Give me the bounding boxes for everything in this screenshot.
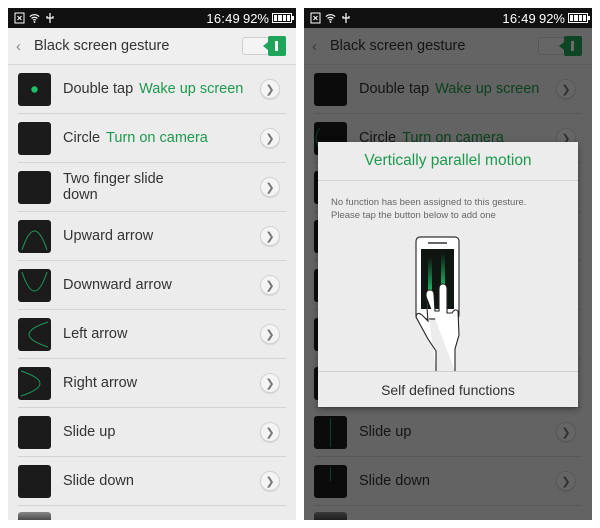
gesture-function: Turn on camera bbox=[106, 130, 208, 146]
clock: 16:49 bbox=[502, 10, 536, 26]
status-bar: 16:49 92% bbox=[8, 8, 296, 28]
gesture-name: Right arrow bbox=[63, 375, 138, 391]
wifi-icon bbox=[325, 12, 336, 24]
chevron-right-icon[interactable]: ❯ bbox=[260, 324, 280, 344]
dialog-message: No function has been assigned to this ge… bbox=[318, 181, 578, 222]
gesture-settings-screen: 16:49 92% ‹ Black screen gesture Double … bbox=[8, 8, 296, 520]
dialog-title: Vertically parallel motion bbox=[318, 142, 578, 181]
chevron-right-icon[interactable]: ❯ bbox=[260, 422, 280, 442]
gesture-name: Two finger slide down bbox=[63, 171, 164, 203]
status-bar: 16:49 92% bbox=[304, 8, 592, 28]
gesture-master-toggle[interactable] bbox=[242, 36, 286, 56]
two-finger-slide-icon bbox=[18, 170, 51, 204]
chevron-right-icon[interactable]: ❯ bbox=[260, 471, 280, 491]
chevron-right-icon[interactable]: ❯ bbox=[260, 128, 280, 148]
gesture-list: Double tap Wake up screen ❯ Circle Turn on… bbox=[8, 65, 296, 520]
header: ‹ Black screen gesture bbox=[8, 28, 296, 65]
dialog-message-line-2: Please tap the button below to add one bbox=[331, 209, 496, 221]
gesture-function: Wake up screen bbox=[139, 81, 244, 97]
slide-down-icon bbox=[18, 464, 51, 498]
gesture-name: Upward arrow bbox=[63, 228, 154, 244]
clock: 16:49 bbox=[206, 10, 240, 26]
gesture-name: Slide up bbox=[63, 424, 116, 440]
chevron-right-icon[interactable]: ❯ bbox=[260, 226, 280, 246]
gesture-dialog-screen: 16:49 92% ‹ Black screen gesture Double … bbox=[304, 8, 592, 520]
gesture-row-two-finger-slide-down[interactable]: Two finger slide down ❯ bbox=[18, 163, 286, 212]
downward-arrow-icon bbox=[18, 268, 51, 302]
sim-icon bbox=[310, 12, 321, 24]
page-title: Black screen gesture bbox=[34, 38, 170, 54]
battery-percent: 92% bbox=[242, 10, 269, 26]
battery-icon bbox=[272, 13, 294, 23]
battery-percent: 92% bbox=[538, 10, 565, 26]
gesture-name: Left arrow bbox=[63, 326, 128, 342]
slide-up-icon bbox=[18, 415, 51, 449]
self-defined-functions-button[interactable]: Self defined functions bbox=[318, 371, 578, 407]
gesture-thumb-icon bbox=[18, 512, 51, 520]
circle-gesture-icon bbox=[18, 121, 51, 155]
gesture-name: Circle bbox=[63, 130, 101, 146]
gesture-name: Double tap bbox=[63, 81, 134, 97]
two-finger-vertical-swipe-icon bbox=[414, 235, 474, 371]
gesture-name: Downward arrow bbox=[63, 277, 172, 293]
gesture-row-circle[interactable]: Circle Turn on camera ❯ bbox=[18, 114, 286, 163]
gesture-name: Slide down bbox=[63, 473, 134, 489]
left-arrow-icon bbox=[18, 317, 51, 351]
usb-icon bbox=[340, 12, 351, 24]
double-tap-icon bbox=[18, 72, 51, 106]
gesture-row-downward-arrow[interactable]: Downward arrow ❯ bbox=[18, 261, 286, 310]
gesture-row-partial bbox=[18, 506, 286, 520]
wifi-icon bbox=[29, 12, 40, 24]
gesture-row-slide-up[interactable]: Slide up ❯ bbox=[18, 408, 286, 457]
right-arrow-icon bbox=[18, 366, 51, 400]
gesture-row-upward-arrow[interactable]: Upward arrow ❯ bbox=[18, 212, 286, 261]
sim-icon bbox=[14, 12, 25, 24]
usb-icon bbox=[44, 12, 55, 24]
gesture-row-double-tap[interactable]: Double tap Wake up screen ❯ bbox=[18, 65, 286, 114]
upward-arrow-icon bbox=[18, 219, 51, 253]
chevron-right-icon[interactable]: ❯ bbox=[260, 177, 280, 197]
battery-icon bbox=[568, 13, 590, 23]
chevron-right-icon[interactable]: ❯ bbox=[260, 275, 280, 295]
dialog-message-line-1: No function has been assigned to this ge… bbox=[331, 197, 527, 208]
chevron-right-icon[interactable]: ❯ bbox=[260, 373, 280, 393]
back-button[interactable]: ‹ bbox=[16, 38, 32, 55]
gesture-row-left-arrow[interactable]: Left arrow ❯ bbox=[18, 310, 286, 359]
gesture-row-slide-down[interactable]: Slide down ❯ bbox=[18, 457, 286, 506]
chevron-right-icon[interactable]: ❯ bbox=[260, 79, 280, 99]
gesture-row-right-arrow[interactable]: Right arrow ❯ bbox=[18, 359, 286, 408]
gesture-dialog: Vertically parallel motion No function h… bbox=[318, 142, 578, 407]
